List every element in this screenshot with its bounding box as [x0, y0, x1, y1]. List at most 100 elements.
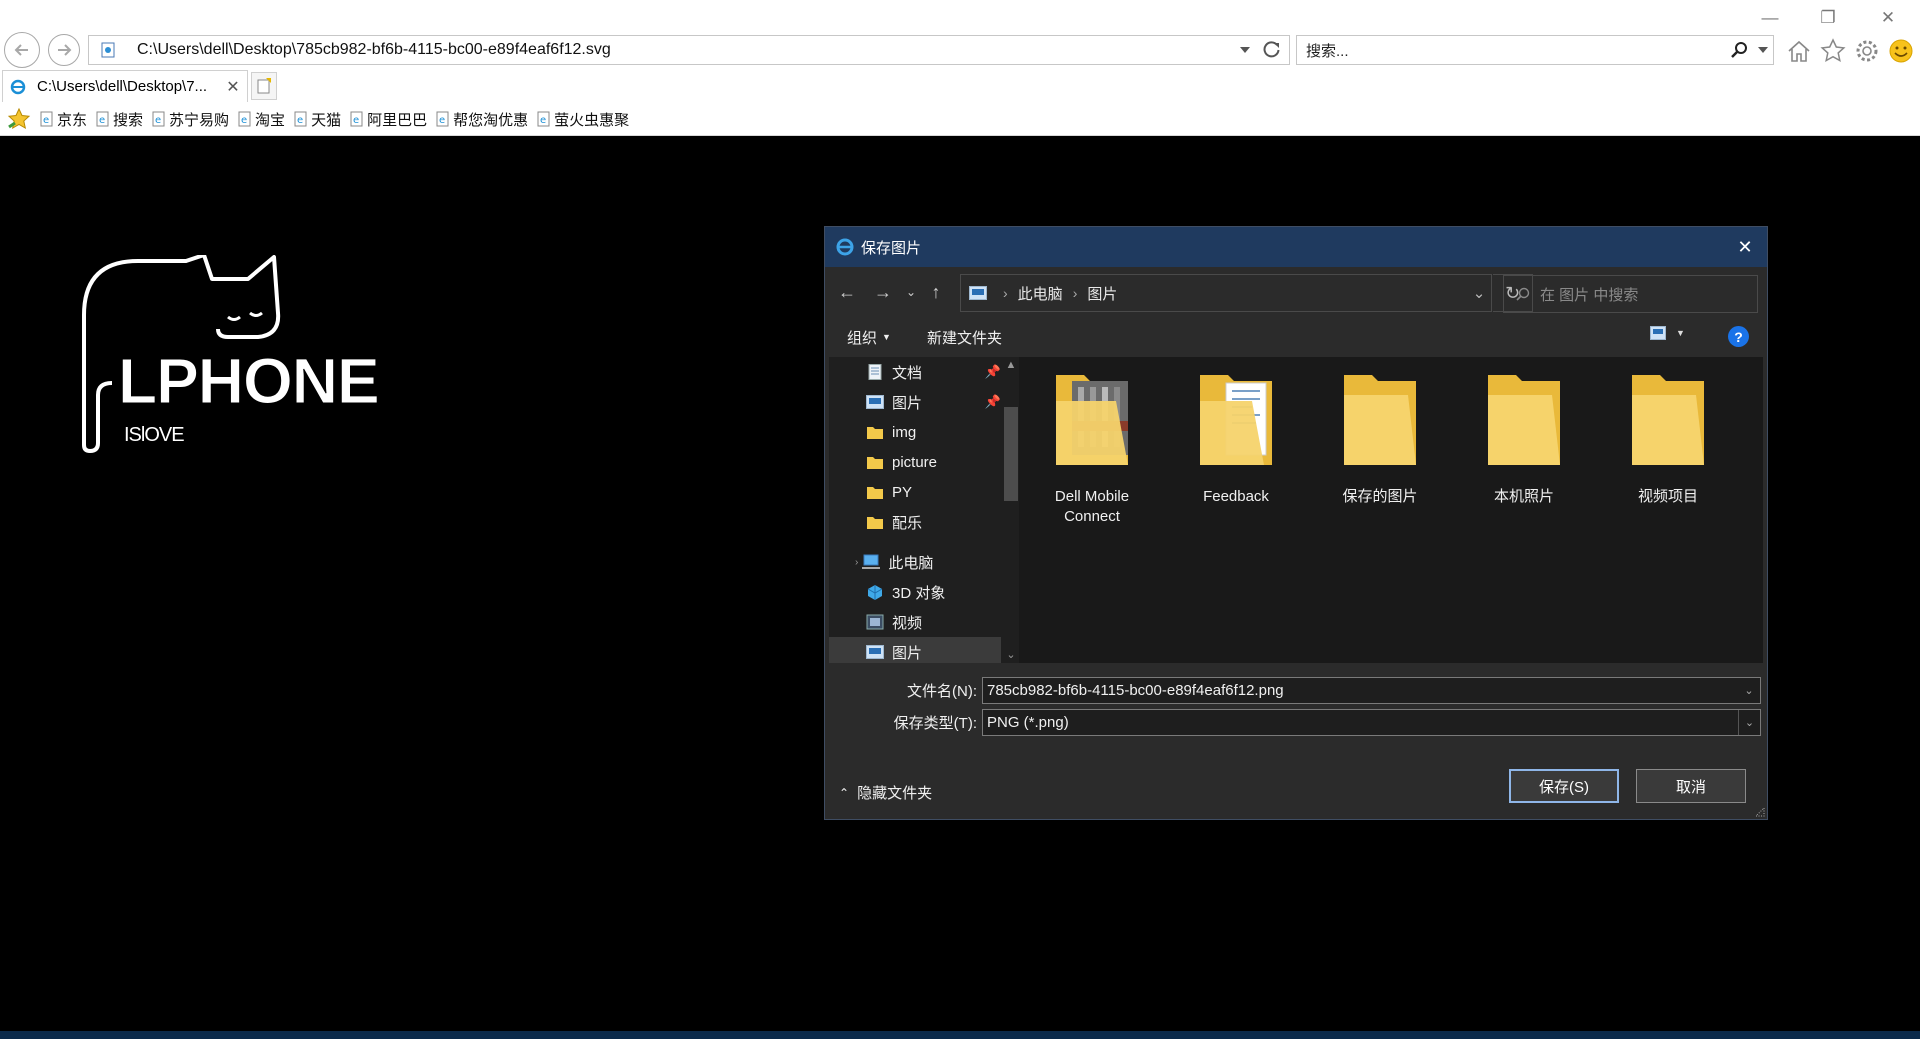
favorite-jd[interactable]: e 京东 [40, 109, 87, 130]
filetype-dropdown-icon[interactable]: ⌄ [1738, 709, 1760, 735]
home-icon[interactable] [1784, 36, 1814, 66]
pin-icon[interactable]: 📌 [985, 364, 1001, 380]
filetype-select[interactable]: PNG (*.png) ⌄ [982, 708, 1761, 736]
feedback-smiley-icon[interactable] [1886, 36, 1916, 66]
back-button[interactable] [4, 32, 40, 68]
settings-gear-icon[interactable] [1852, 36, 1882, 66]
favorite-label[interactable]: 天猫 [311, 109, 341, 130]
tree-item-label[interactable]: 3D 对象 [892, 582, 945, 603]
help-icon[interactable]: ? [1728, 326, 1749, 347]
expand-chevron-icon[interactable]: › [855, 557, 858, 568]
hide-folders-toggle[interactable]: ⌃ 隐藏文件夹 [839, 782, 932, 803]
file-name[interactable]: Dell Mobile Connect [1037, 487, 1147, 527]
tree-item-label[interactable]: 此电脑 [888, 552, 933, 573]
dialog-search-placeholder[interactable]: 在 图片 中搜索 [1540, 284, 1638, 305]
new-folder-label[interactable]: 新建文件夹 [927, 327, 1002, 348]
breadcrumb-this-pc[interactable]: 此电脑 [1018, 283, 1063, 304]
folder-video-projects[interactable]: 视频项目 [1613, 371, 1723, 507]
favorite-label[interactable]: 阿里巴巴 [367, 109, 427, 130]
forward-button[interactable] [48, 34, 80, 66]
tree-item-3d-objects[interactable]: 3D 对象 [829, 577, 1001, 607]
scrollbar-thumb[interactable] [1004, 407, 1018, 501]
minimize-button[interactable]: — [1752, 4, 1788, 32]
dialog-forward-icon[interactable]: → [865, 274, 901, 310]
search-dropdown-icon[interactable] [1753, 47, 1773, 53]
favorite-label[interactable]: 淘宝 [255, 109, 285, 130]
navigation-scrollbar[interactable]: ▲ ⌄ [1001, 357, 1019, 663]
filename-dropdown-icon[interactable]: ⌄ [1738, 678, 1760, 703]
favorites-star-icon[interactable] [1818, 36, 1848, 66]
file-name[interactable]: 本机照片 [1469, 487, 1579, 507]
folder-dell-mobile-connect[interactable]: Dell Mobile Connect [1037, 371, 1147, 527]
filename-input[interactable]: 785cb982-bf6b-4115-bc00-e89f4eaf6f12.png… [982, 676, 1761, 704]
favorite-youhui[interactable]: e 帮您淘优惠 [436, 109, 528, 130]
favorite-taobao[interactable]: e 淘宝 [238, 109, 285, 130]
folder-camera-roll[interactable]: 本机照片 [1469, 371, 1579, 507]
file-name[interactable]: 保存的图片 [1325, 487, 1435, 507]
organize-menu-button[interactable]: 组织 ▼ [847, 327, 891, 348]
favorite-label[interactable]: 苏宁易购 [169, 109, 229, 130]
tree-item-label[interactable]: picture [892, 454, 937, 471]
tree-item-py[interactable]: PY [829, 477, 1001, 507]
favorite-label[interactable]: 京东 [57, 109, 87, 130]
dialog-close-button[interactable]: ✕ [1723, 237, 1767, 258]
change-view-button[interactable]: ▼ [1650, 326, 1685, 340]
cancel-button[interactable]: 取消 [1636, 769, 1746, 803]
tree-item-label[interactable]: 文档 [892, 362, 922, 383]
tree-item-label[interactable]: 图片 [892, 642, 922, 663]
breadcrumb-dropdown-icon[interactable]: ⌄ [1467, 284, 1491, 302]
dialog-back-icon[interactable]: ← [829, 274, 865, 310]
restore-button[interactable]: ❐ [1810, 4, 1846, 32]
tree-item-picture[interactable]: picture [829, 447, 1001, 477]
recent-locations-chevron-icon[interactable]: ⌄ [901, 274, 921, 310]
resize-grip-icon[interactable] [1755, 807, 1765, 817]
scroll-up-icon[interactable]: ▲ [1003, 359, 1019, 371]
close-tab-icon[interactable]: ✕ [225, 77, 241, 97]
tree-item-music[interactable]: 配乐 [829, 507, 1001, 537]
filename-value[interactable]: 785cb982-bf6b-4115-bc00-e89f4eaf6f12.png [987, 682, 1738, 699]
favorite-search[interactable]: e 搜索 [96, 109, 143, 130]
address-url[interactable]: C:\Users\dell\Desktop\785cb982-bf6b-4115… [125, 41, 1235, 59]
tab-title[interactable]: C:\Users\dell\Desktop\7... [37, 78, 225, 95]
filetype-value[interactable]: PNG (*.png) [987, 714, 1738, 731]
hide-folders-label[interactable]: 隐藏文件夹 [857, 782, 932, 803]
address-bar[interactable]: C:\Users\dell\Desktop\785cb982-bf6b-4115… [88, 35, 1290, 65]
favorite-suning[interactable]: e 苏宁易购 [152, 109, 229, 130]
organize-label[interactable]: 组织 [847, 327, 877, 348]
favorite-tmall[interactable]: e 天猫 [294, 109, 341, 130]
dialog-search-input[interactable]: 在 图片 中搜索 [1503, 275, 1758, 313]
save-button[interactable]: 保存(S) [1509, 769, 1619, 803]
favorites-add-icon[interactable] [6, 106, 32, 132]
scroll-down-icon[interactable]: ⌄ [1003, 648, 1019, 661]
breadcrumb-pictures[interactable]: 图片 [1087, 283, 1117, 304]
refresh-icon[interactable] [1255, 41, 1289, 59]
favorite-label[interactable]: 帮您淘优惠 [453, 109, 528, 130]
tree-item-img[interactable]: img [829, 417, 1001, 447]
search-placeholder[interactable]: 搜索... [1297, 40, 1725, 61]
favorite-label[interactable]: 搜索 [113, 109, 143, 130]
tree-item-label[interactable]: 视频 [892, 612, 922, 633]
folder-feedback[interactable]: Feedback [1181, 371, 1291, 507]
new-tab-button[interactable] [251, 72, 277, 100]
favorite-alibaba[interactable]: e 阿里巴巴 [350, 109, 427, 130]
up-level-icon[interactable]: ↑ [921, 274, 951, 310]
tree-item-videos[interactable]: 视频 [829, 607, 1001, 637]
tree-item-this-pc[interactable]: › 此电脑 [829, 547, 1001, 577]
tree-item-label[interactable]: PY [892, 484, 912, 501]
tree-item-pictures-quick[interactable]: 图片 📌 [829, 387, 1001, 417]
breadcrumb[interactable]: › 此电脑 › 图片 ⌄ [960, 274, 1492, 312]
tab-active[interactable]: C:\Users\dell\Desktop\7... ✕ [2, 70, 248, 102]
folder-saved-pictures[interactable]: 保存的图片 [1325, 371, 1435, 507]
dialog-titlebar[interactable]: 保存图片 ✕ [825, 227, 1767, 267]
file-name[interactable]: Feedback [1181, 487, 1291, 507]
tree-item-label[interactable]: 配乐 [892, 512, 922, 533]
favorite-yinghuochong[interactable]: e 萤火虫惠聚 [537, 109, 629, 130]
address-dropdown-icon[interactable] [1235, 47, 1255, 53]
tree-item-documents[interactable]: 文档 📌 [829, 357, 1001, 387]
pin-icon[interactable]: 📌 [985, 394, 1001, 410]
close-window-button[interactable]: ✕ [1870, 4, 1906, 32]
search-box[interactable]: 搜索... [1296, 35, 1774, 65]
favorite-label[interactable]: 萤火虫惠聚 [554, 109, 629, 130]
new-folder-button[interactable]: 新建文件夹 [927, 327, 1002, 348]
search-icon[interactable] [1725, 41, 1753, 59]
